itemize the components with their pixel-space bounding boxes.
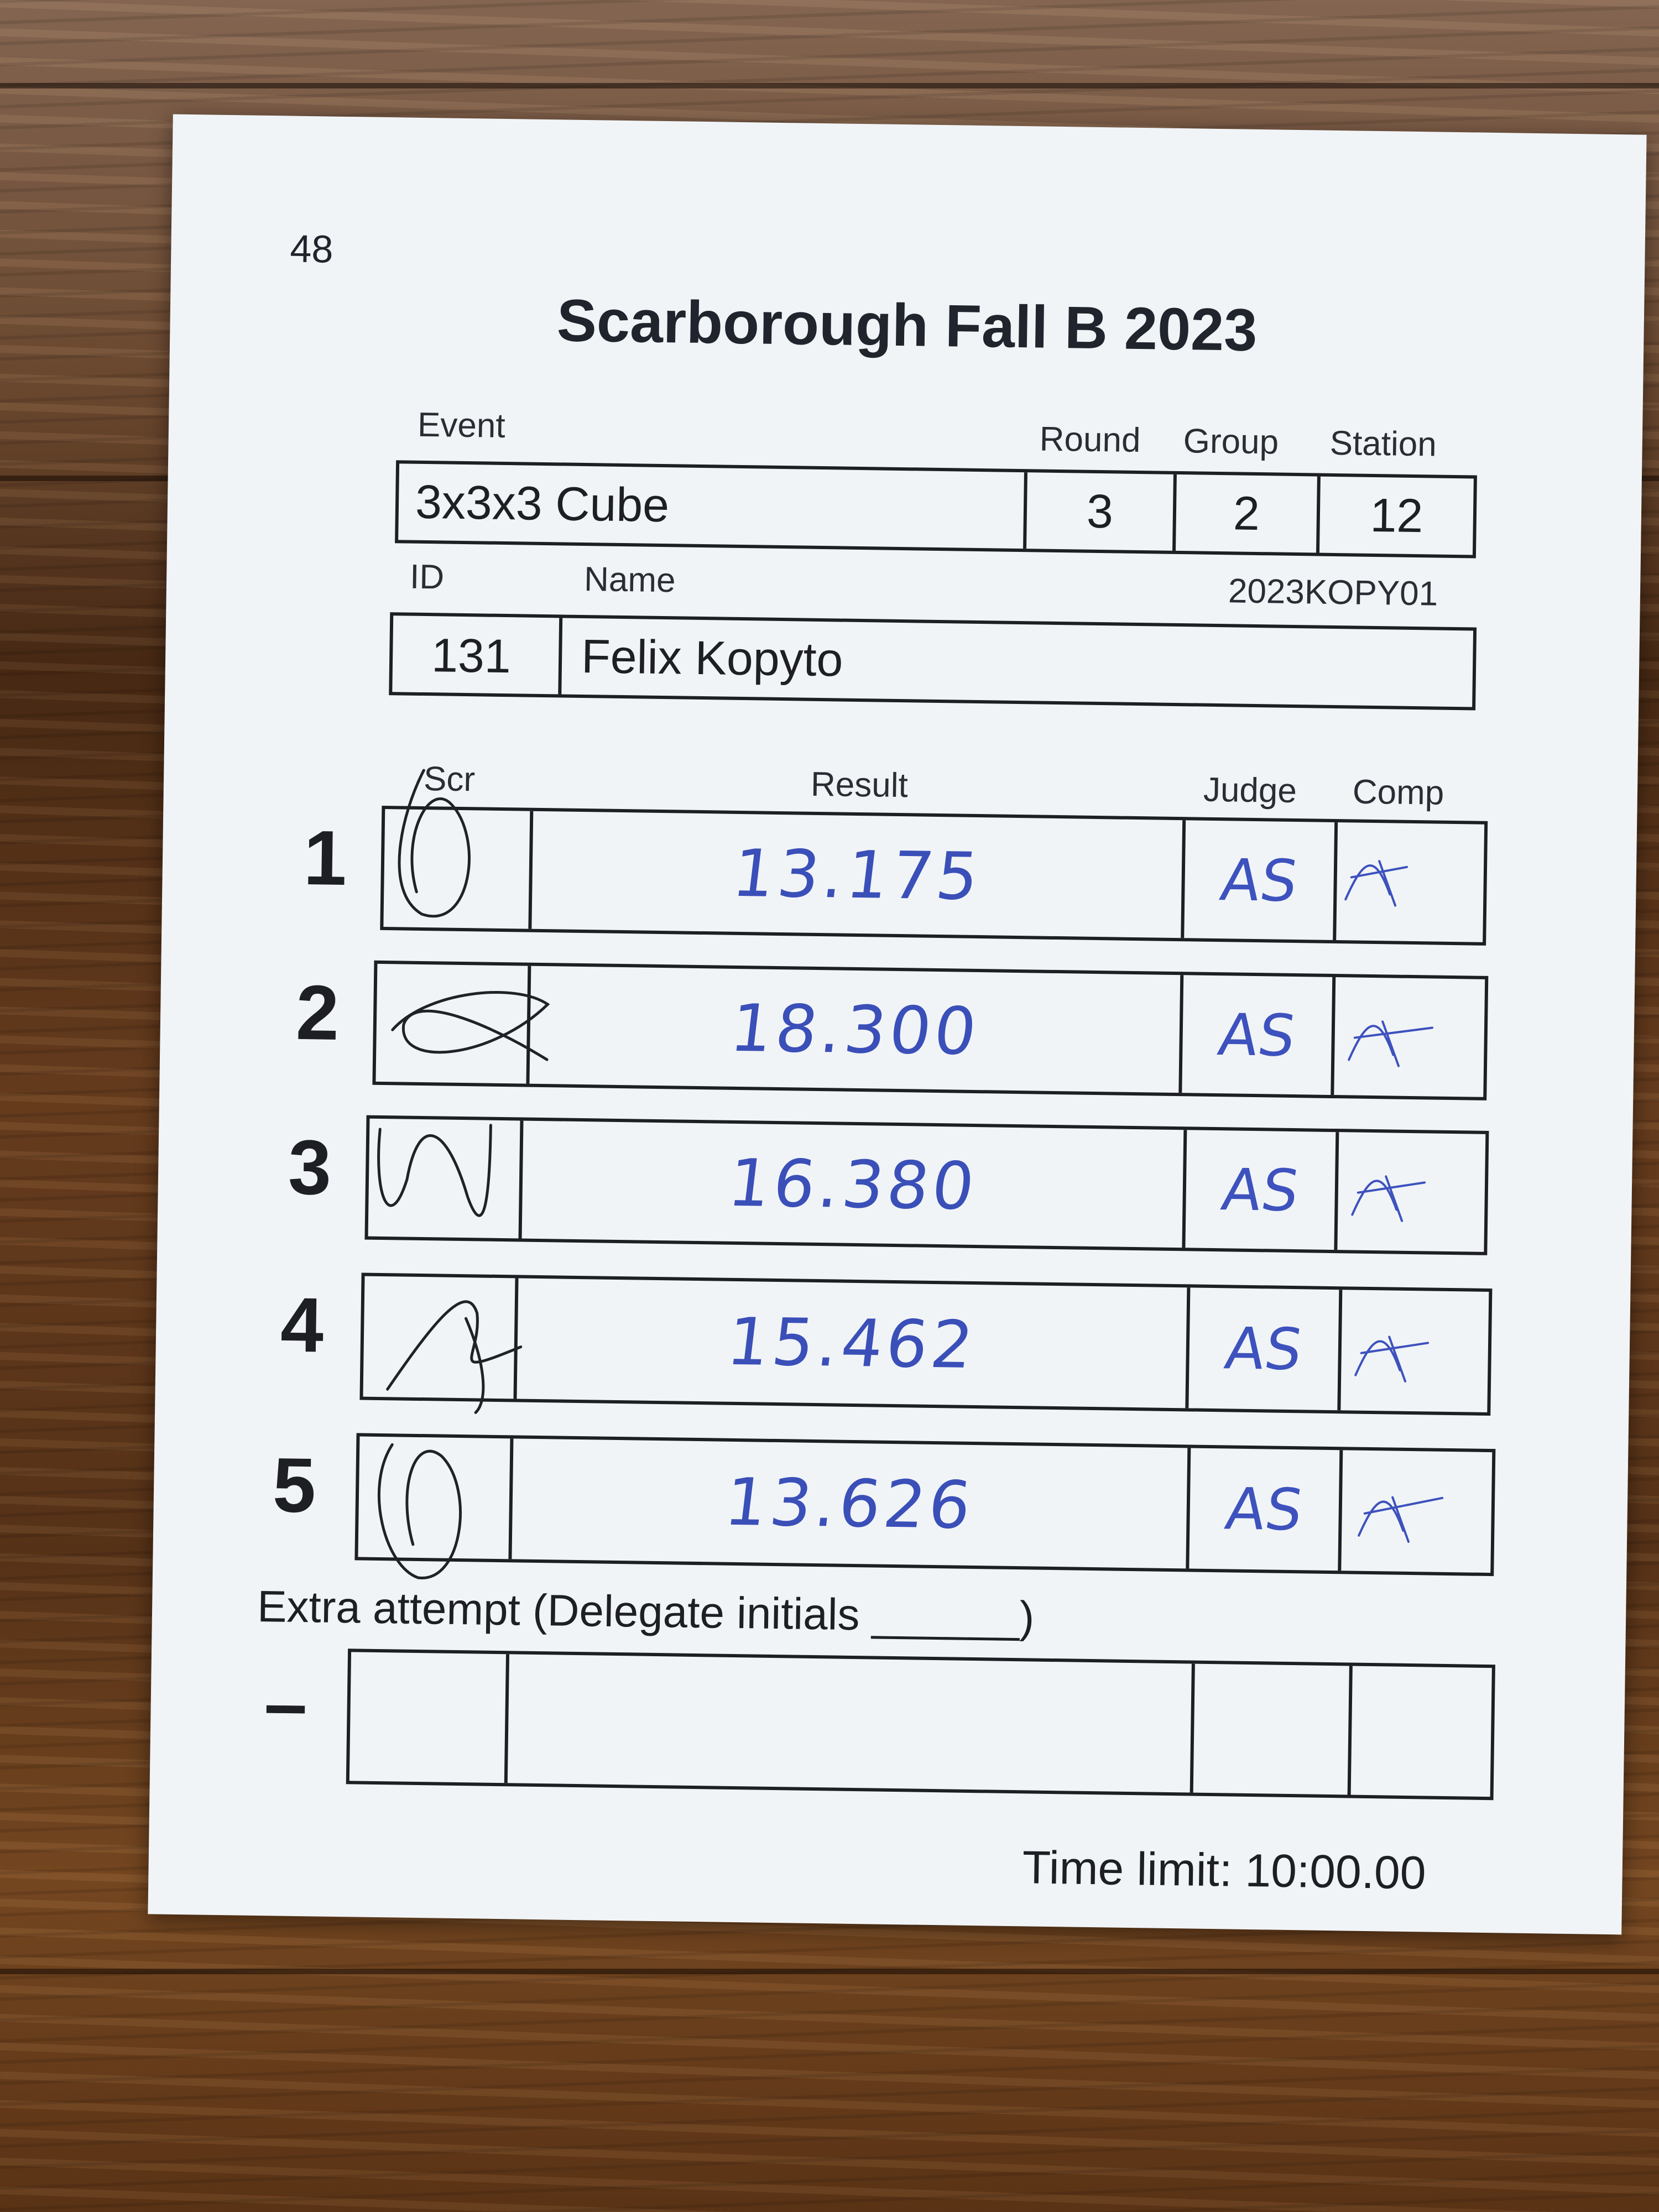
scr-signature-3 bbox=[377, 1124, 492, 1217]
scr-signature-1 bbox=[398, 769, 471, 918]
comp-initials-5 bbox=[1358, 1496, 1444, 1543]
comp-initials-3 bbox=[1351, 1175, 1426, 1222]
scr-signature-2 bbox=[391, 991, 550, 1061]
comp-initials-1 bbox=[1344, 860, 1408, 907]
competitor-initials bbox=[1344, 860, 1444, 1543]
table-plank-seam bbox=[0, 1969, 1659, 1974]
comp-initials-4 bbox=[1354, 1335, 1430, 1383]
comp-initials-2 bbox=[1348, 1020, 1434, 1067]
scr-signature-4 bbox=[386, 1300, 523, 1414]
scrambler-signatures bbox=[377, 769, 550, 1579]
handwritten-signatures bbox=[377, 769, 1444, 1579]
scorecard-sheet: 48 Scarborough Fall B 2023 Event Round G… bbox=[148, 114, 1647, 1935]
table-plank-seam bbox=[0, 83, 1659, 88]
scr-signature-5 bbox=[377, 1443, 462, 1579]
